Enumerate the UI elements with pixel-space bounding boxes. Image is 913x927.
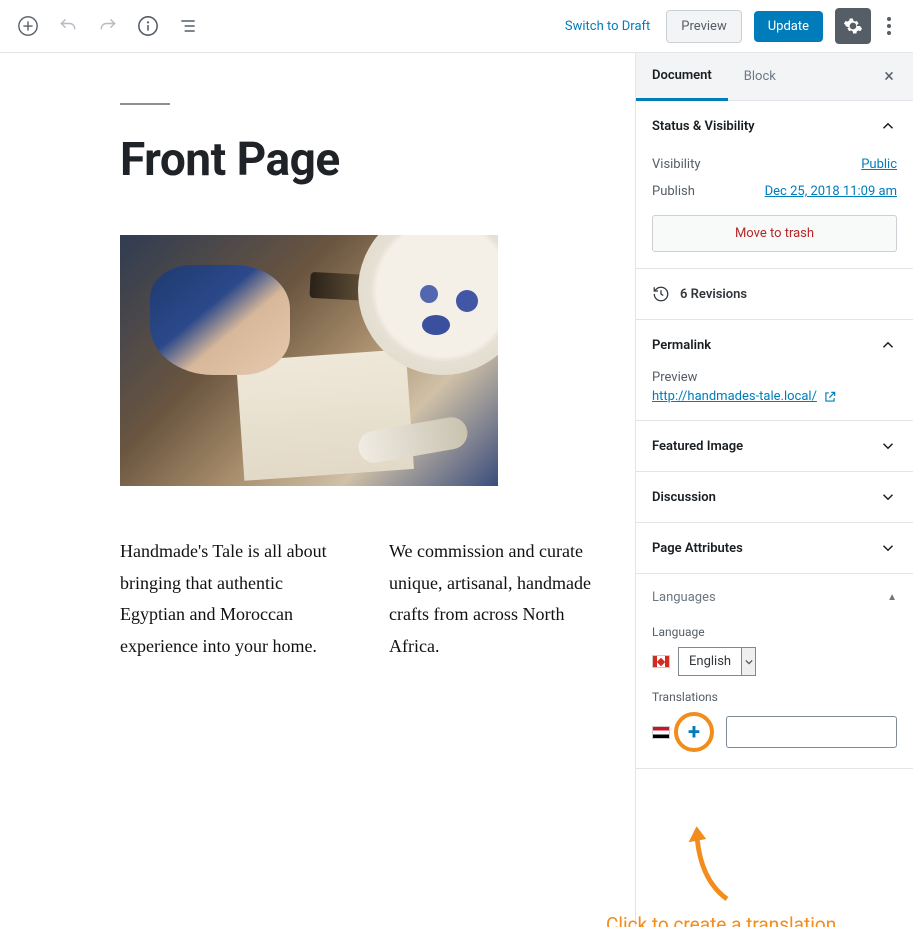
tab-block[interactable]: Block [728, 53, 792, 101]
permalink-url-link[interactable]: http://handmades-tale.local/ [652, 389, 837, 404]
gear-icon [843, 16, 863, 36]
translation-row: + [652, 712, 897, 752]
settings-sidebar: Document Block × Status & Visibility Vis… [635, 53, 913, 927]
panel-title-page-attributes: Page Attributes [652, 541, 743, 556]
translation-input[interactable] [726, 716, 897, 748]
visibility-value-link[interactable]: Public [861, 157, 897, 172]
editor-toolbar: Switch to Draft Preview Update [0, 0, 913, 53]
flag-egypt-icon [652, 726, 670, 739]
sidebar-tabs: Document Block × [636, 53, 913, 101]
language-select[interactable]: English [678, 647, 756, 676]
undo-icon [58, 16, 78, 36]
undo-button[interactable] [50, 8, 86, 44]
redo-icon [98, 16, 118, 36]
switch-to-draft-button[interactable]: Switch to Draft [553, 11, 662, 42]
visibility-row: Visibility Public [652, 151, 897, 178]
panel-head-permalink[interactable]: Permalink [636, 320, 913, 370]
panel-title-featured-image: Featured Image [652, 439, 743, 454]
title-divider [120, 103, 170, 105]
plus-icon: + [688, 720, 700, 745]
external-link-icon [823, 390, 837, 404]
editor-canvas[interactable]: Front Page Handmade's Tale is all about … [0, 53, 635, 927]
language-row: English [652, 647, 897, 676]
publish-date-link[interactable]: Dec 25, 2018 11:09 am [765, 184, 897, 199]
panel-head-page-attributes[interactable]: Page Attributes [636, 523, 913, 573]
history-icon [652, 285, 670, 303]
outline-icon [178, 16, 198, 36]
chevron-down-icon [879, 488, 897, 506]
publish-label: Publish [652, 184, 695, 199]
hero-image[interactable] [120, 235, 498, 486]
annotation-text: Click to create a translation [606, 913, 836, 927]
columns-block[interactable]: Handmade's Tale is all about bringing th… [120, 536, 618, 662]
panel-title-status: Status & Visibility [652, 119, 755, 134]
chevron-down-icon [879, 539, 897, 557]
panel-head-languages[interactable]: Languages ▲ [636, 574, 913, 621]
language-select-value: English [678, 647, 742, 676]
language-select-caret[interactable] [742, 647, 756, 676]
kebab-icon [887, 17, 891, 35]
panel-status-visibility: Status & Visibility Visibility Public Pu… [636, 101, 913, 269]
chevron-up-icon [879, 336, 897, 354]
visibility-label: Visibility [652, 157, 701, 172]
block-navigation-button[interactable] [170, 8, 206, 44]
page-title[interactable]: Front Page [120, 133, 618, 187]
panel-languages: Languages ▲ Language English [636, 574, 913, 769]
column-2[interactable]: We commission and curate unique, artisan… [389, 536, 618, 662]
caret-down-icon [745, 658, 753, 666]
panel-permalink: Permalink Preview http://handmades-tale.… [636, 320, 913, 421]
more-options-button[interactable] [875, 8, 903, 44]
panel-head-featured-image[interactable]: Featured Image [636, 421, 913, 471]
close-icon: × [884, 66, 894, 87]
caret-up-icon: ▲ [887, 592, 897, 603]
chevron-up-icon [879, 117, 897, 135]
panel-title-languages: Languages [652, 590, 716, 605]
tab-document[interactable]: Document [636, 53, 728, 101]
permalink-url-text: http://handmades-tale.local/ [652, 389, 817, 404]
panel-discussion: Discussion [636, 472, 913, 523]
column-1[interactable]: Handmade's Tale is all about bringing th… [120, 536, 349, 662]
publish-row: Publish Dec 25, 2018 11:09 am [652, 178, 897, 205]
panel-title-permalink: Permalink [652, 338, 711, 353]
move-to-trash-button[interactable]: Move to trash [652, 215, 897, 252]
close-sidebar-button[interactable]: × [871, 66, 907, 87]
translations-label: Translations [652, 690, 897, 704]
content-structure-button[interactable] [130, 8, 166, 44]
add-block-button[interactable] [10, 8, 46, 44]
panel-page-attributes: Page Attributes [636, 523, 913, 574]
chevron-down-icon [879, 437, 897, 455]
preview-button[interactable]: Preview [666, 10, 741, 43]
panel-title-discussion: Discussion [652, 490, 716, 505]
settings-button[interactable] [835, 8, 871, 44]
info-icon [137, 15, 159, 37]
update-button[interactable]: Update [754, 11, 823, 42]
add-translation-button[interactable]: + [674, 712, 714, 752]
plus-circle-icon [17, 15, 39, 37]
revisions-label: 6 Revisions [680, 287, 747, 302]
panel-head-discussion[interactable]: Discussion [636, 472, 913, 522]
revisions-row[interactable]: 6 Revisions [636, 269, 913, 320]
panel-featured-image: Featured Image [636, 421, 913, 472]
language-label: Language [652, 625, 897, 639]
redo-button[interactable] [90, 8, 126, 44]
flag-canada-icon [652, 655, 670, 668]
permalink-preview-label: Preview [652, 370, 897, 385]
panel-head-status[interactable]: Status & Visibility [636, 101, 913, 151]
